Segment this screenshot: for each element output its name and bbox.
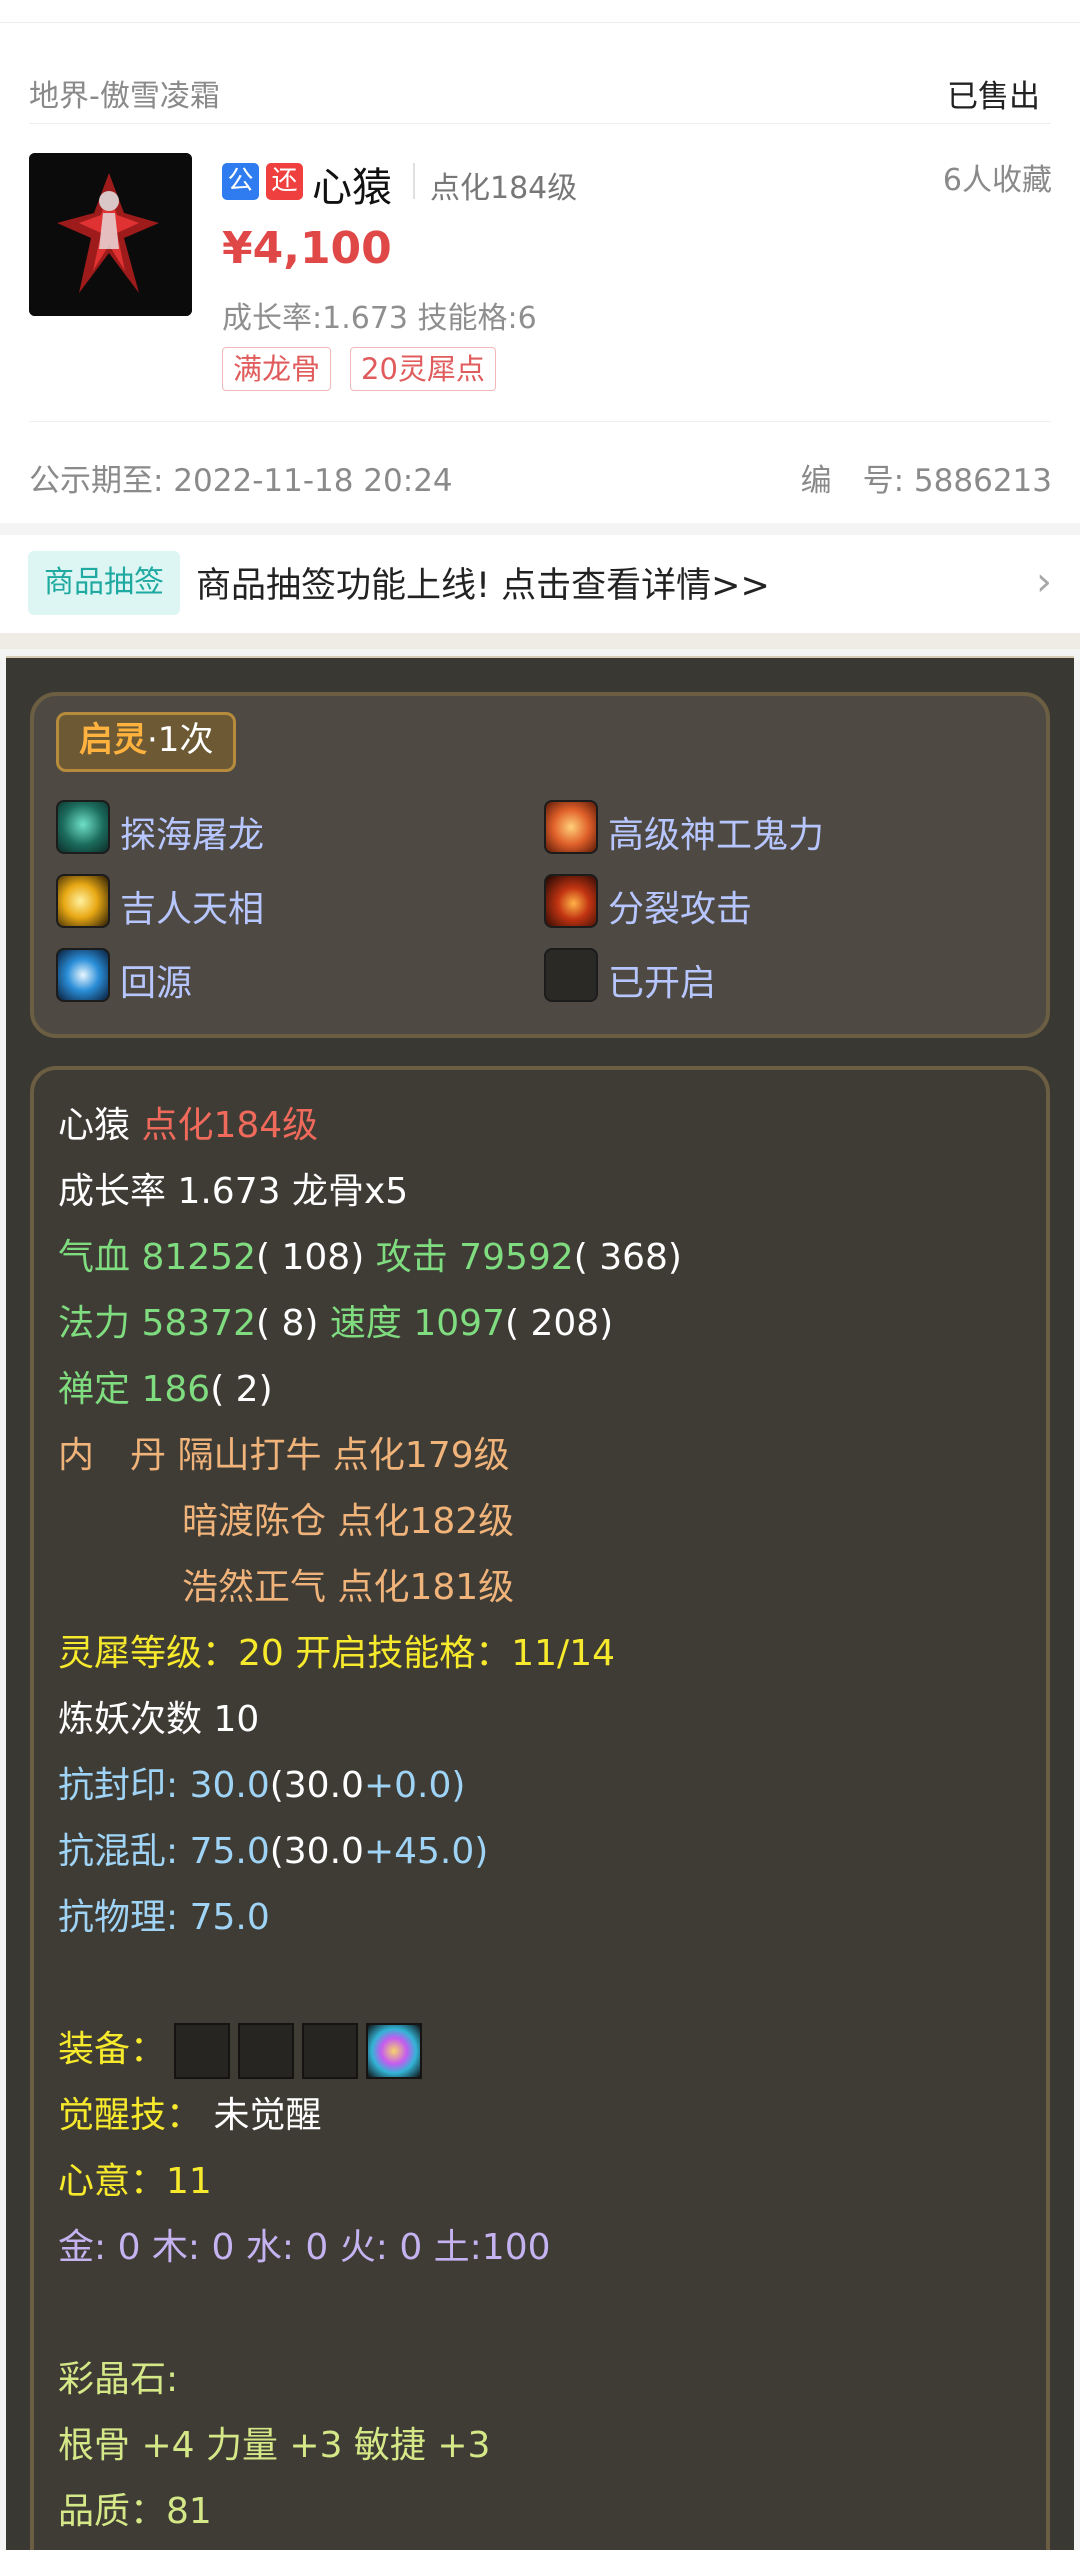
fist-skill-icon: [544, 800, 598, 854]
public-until: 公示期至: 2022-11-18 20:24: [29, 463, 453, 499]
skills-panel: 启灵·1次 探海屠龙 高级神工鬼力 吉人天相 分裂攻击 回源 已开启: [30, 692, 1050, 1038]
empty-equip-slot-icon[interactable]: [174, 2023, 231, 2079]
hp-add: ( 108): [256, 1237, 365, 1278]
public-badge: 公: [222, 163, 259, 200]
listing-card: 地界-傲雪凌霜 已售出 公 还 心猿 点化184级 6人收藏 ¥4,100 成长…: [0, 23, 1080, 523]
resist-seal-row: 抗封印: 30.0(30.0+0.0): [58, 1756, 465, 1808]
xinyi-line: 心意：11: [58, 2161, 212, 2202]
zen-row: 禅定 186( 2): [58, 1360, 273, 1412]
sun-skill-icon: [56, 874, 110, 928]
growth-info: 成长率:1.673 技能格:6: [222, 301, 537, 336]
empty-equip-slot-icon[interactable]: [302, 2023, 359, 2079]
zen-value: 186: [141, 1369, 211, 1410]
lottery-notice-banner[interactable]: 商品抽签 商品抽签功能上线! 点击查看详情>> ›: [0, 535, 1080, 633]
awaken-row: 觉醒技： 未觉醒: [58, 2086, 321, 2138]
mp-label: 法力: [58, 1303, 131, 1344]
sold-status: 已售出: [947, 79, 1040, 115]
neidan-item: 暗渡陈仓 点化182级: [182, 1501, 515, 1542]
neidan-row: 内 丹 隔山打牛 点化179级: [58, 1426, 510, 1478]
section-gap: [0, 633, 1080, 649]
resist-chaos-label: 抗混乱:: [58, 1831, 190, 1872]
atk-add: ( 368): [573, 1237, 682, 1278]
crystal-label: 彩晶石:: [58, 2359, 179, 2400]
server-name: 地界-傲雪凌霜: [29, 79, 220, 114]
spd-value: 1097: [413, 1303, 505, 1344]
mp-spd-row: 法力 58372( 8) 速度 1097( 208): [58, 1294, 613, 1346]
zen-add: ( 2): [210, 1369, 273, 1410]
divider: [29, 421, 1051, 422]
stats-panel: 心猿 点化184级 成长率 1.673 龙骨x5 气血 81252( 108) …: [30, 1066, 1050, 2550]
pet-thumbnail[interactable]: [29, 153, 192, 316]
skill-label: 吉人天相: [120, 889, 265, 930]
hp-value: 81252: [141, 1237, 256, 1278]
mp-add: ( 8): [256, 1303, 319, 1344]
locked-slot-icon: [544, 948, 598, 1002]
resist-chaos-value: 75.0: [189, 1831, 270, 1872]
atk-value: 79592: [459, 1237, 574, 1278]
awaken-value: 未觉醒: [213, 2095, 322, 2136]
stat-level: 点化184级: [141, 1105, 319, 1146]
skill-label: 回源: [120, 963, 193, 1004]
resist-chaos-paren: (: [269, 1831, 284, 1872]
zen-label: 禅定: [58, 1369, 131, 1410]
lingxi-line: 灵犀等级：20 开启技能格：11/14: [58, 1633, 615, 1674]
qiling-badge: 启灵·1次: [56, 712, 237, 772]
crystal-attrs: 根骨 +4 力量 +3 敏捷 +3: [58, 2425, 491, 2466]
elements-line: 金: 0 木: 0 水: 0 火: 0 土:100: [58, 2227, 551, 2268]
spd-add: ( 208): [504, 1303, 614, 1344]
resist-chaos-base: 30.0: [283, 1831, 364, 1872]
top-strip: [0, 0, 1080, 23]
hp-atk-row: 气血 81252( 108) 攻击 79592( 368): [58, 1228, 682, 1280]
stat-name: 心猿: [58, 1105, 131, 1146]
mp-value: 58372: [141, 1303, 256, 1344]
skill-label: 高级神工鬼力: [608, 815, 825, 856]
resist-chaos-row: 抗混乱: 75.0(30.0+45.0): [58, 1822, 488, 1874]
tag-lingxi-points: 20灵犀点: [350, 347, 496, 391]
growth-line: 成长率 1.673 龙骨x5: [58, 1171, 409, 1212]
resist-seal-value: 30.0: [189, 1765, 270, 1806]
qiling-label: 启灵: [79, 720, 147, 760]
lianyao-line: 炼妖次数 10: [58, 1699, 260, 1740]
hp-label: 气血: [58, 1237, 131, 1278]
bargain-badge: 还: [266, 163, 303, 200]
price: ¥4,100: [222, 223, 392, 274]
skill-label: 已开启: [608, 963, 717, 1004]
equip-row: 装备：: [58, 2020, 423, 2079]
skill-label: 探海屠龙: [120, 815, 265, 856]
serial-number: 编 号: 5886213: [800, 463, 1052, 499]
divider: [29, 123, 1051, 124]
resist-seal-paren: (: [269, 1765, 284, 1806]
resist-seal-label: 抗封印:: [58, 1765, 190, 1806]
favorites-count[interactable]: 6人收藏: [943, 155, 1052, 199]
pet-level: 点化184级: [430, 171, 578, 206]
notice-text[interactable]: 商品抽签功能上线! 点击查看详情>>: [196, 557, 770, 608]
tag-full-dragon-bone: 满龙骨: [222, 347, 332, 391]
pet-name: 心猿: [312, 165, 392, 211]
stat-name-row: 心猿 点化184级: [58, 1096, 318, 1148]
spd-label: 速度: [329, 1303, 402, 1344]
atk-label: 攻击: [375, 1237, 448, 1278]
dragon-skill-icon: [56, 800, 110, 854]
resist-seal-bonus: +0.0): [363, 1765, 466, 1806]
neidan-item: 浩然正气 点化181级: [182, 1567, 515, 1608]
neidan-label: 内 丹: [58, 1435, 167, 1476]
resist-chaos-bonus: +45.0): [363, 1831, 489, 1872]
neidan-item: 隔山打牛 点化179级: [177, 1435, 510, 1476]
resist-seal-base: 30.0: [283, 1765, 364, 1806]
resist-phys-line: 抗物理: 75.0: [58, 1897, 270, 1938]
qiling-count: ·1次: [147, 720, 214, 760]
notice-tag: 商品抽签: [28, 551, 180, 615]
skill-label: 分裂攻击: [608, 889, 753, 930]
quality-line: 品质：81: [58, 2491, 212, 2532]
empty-equip-slot-icon[interactable]: [238, 2023, 295, 2079]
orb-skill-icon: [56, 948, 110, 1002]
equip-label: 装备：: [58, 2029, 167, 2070]
pet-detail-panel: 启灵·1次 探海屠龙 高级神工鬼力 吉人天相 分裂攻击 回源 已开启 心猿 点化…: [6, 656, 1074, 2550]
awaken-label: 觉醒技：: [58, 2095, 203, 2136]
gem-accessory-icon[interactable]: [366, 2023, 423, 2079]
chevron-right-icon[interactable]: ›: [1036, 559, 1052, 605]
slash-skill-icon: [544, 874, 598, 928]
divider: [413, 163, 415, 199]
